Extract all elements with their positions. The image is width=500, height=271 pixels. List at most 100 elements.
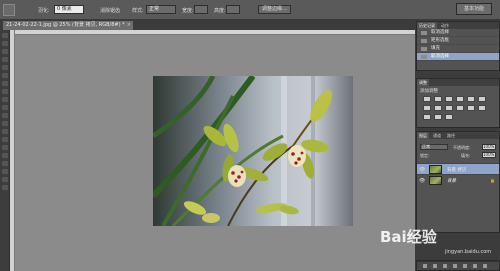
new-group-icon[interactable] <box>463 264 467 268</box>
adjustments-panel-tabs: 调整 <box>417 79 499 86</box>
photo-filter-icon[interactable] <box>445 105 453 111</box>
feather-label: 羽化: <box>38 8 50 14</box>
blend-mode-select[interactable]: 正常 <box>420 144 448 150</box>
history-step-icon <box>421 31 427 35</box>
layer-thumbnail <box>429 176 442 185</box>
height-input[interactable] <box>226 5 240 14</box>
watermark-url: jingyan.baidu.com <box>445 249 492 255</box>
tab-adjustments[interactable]: 调整 <box>417 79 429 86</box>
path-select-tool-icon[interactable] <box>2 161 8 166</box>
document-tab-title: 21-24-02-22-1.jpg @ 25% (背景 拷贝, RGB/8#) … <box>6 22 125 28</box>
fill-label: 填充: <box>461 153 471 158</box>
curves-icon[interactable] <box>445 96 453 102</box>
black-white-icon[interactable] <box>434 105 442 111</box>
channel-mixer-icon[interactable] <box>456 105 464 111</box>
blend-row: 正常 不透明度: 100% <box>417 143 499 151</box>
history-item[interactable]: 矩形选框 <box>417 37 499 45</box>
history-brush-tool-icon[interactable] <box>2 105 8 110</box>
tab-actions[interactable]: 动作 <box>439 22 451 29</box>
gradient-tool-icon[interactable] <box>2 121 8 126</box>
adjustments-panel: 调整 添加调整 <box>416 78 500 128</box>
layers-footer <box>416 260 500 271</box>
refine-edge-button[interactable]: 调整边缘... <box>258 5 291 14</box>
workspace-switcher[interactable]: 基本功能 <box>456 3 492 15</box>
exposure-icon[interactable] <box>456 96 464 102</box>
new-layer-icon[interactable] <box>473 264 477 268</box>
width-input[interactable] <box>194 5 208 14</box>
history-item-label: 填充 <box>431 46 440 51</box>
document-tab-bar: 21-24-02-22-1.jpg @ 25% (背景 拷贝, RGB/8#) … <box>0 20 415 30</box>
history-step-icon <box>421 39 427 43</box>
posterize-icon[interactable] <box>478 105 486 111</box>
trash-icon[interactable] <box>483 264 487 268</box>
selective-color-icon[interactable] <box>445 114 453 120</box>
adjustments-title: 添加调整 <box>420 89 438 94</box>
shape-tool-icon[interactable] <box>2 169 8 174</box>
history-item-active[interactable]: 取消选择 <box>417 53 499 61</box>
feather-input[interactable]: 0 像素 <box>54 5 84 14</box>
history-item-label: 取消选择 <box>431 30 449 35</box>
hue-saturation-icon[interactable] <box>478 96 486 102</box>
brightness-icon[interactable] <box>423 96 431 102</box>
layer-thumbnail <box>429 165 442 174</box>
threshold-icon[interactable] <box>423 114 431 120</box>
eye-icon[interactable]: 👁 <box>419 167 425 173</box>
fill-input[interactable]: 100% <box>482 152 496 158</box>
vertical-ruler[interactable] <box>10 30 15 271</box>
height-label: 高度: <box>214 8 226 14</box>
marquee-tool-icon[interactable] <box>3 4 15 16</box>
watermark-logo: Bai经验 <box>380 228 437 246</box>
tab-paths[interactable]: 路径 <box>445 132 457 139</box>
move-tool-icon[interactable] <box>2 33 8 38</box>
marquee-tool-icon[interactable] <box>2 41 8 46</box>
link-layers-icon[interactable] <box>423 264 427 268</box>
invert-icon[interactable] <box>467 105 475 111</box>
hand-tool-icon[interactable] <box>2 177 8 182</box>
layer-row[interactable]: 👁 背景 拷贝 <box>417 163 499 174</box>
history-item[interactable]: 取消选择 <box>417 29 499 37</box>
lasso-tool-icon[interactable] <box>2 49 8 54</box>
quick-select-tool-icon[interactable] <box>2 57 8 62</box>
close-icon[interactable]: × <box>127 21 131 30</box>
tab-channels[interactable]: 通道 <box>431 132 443 139</box>
layer-name: 背景 <box>447 179 456 184</box>
brush-tool-icon[interactable] <box>2 89 8 94</box>
adjustment-layer-icon[interactable] <box>453 264 457 268</box>
style-select[interactable]: 正常 <box>146 5 176 14</box>
add-mask-icon[interactable] <box>443 264 447 268</box>
adjustment-icons <box>417 94 499 122</box>
eraser-tool-icon[interactable] <box>2 113 8 118</box>
eyedropper-tool-icon[interactable] <box>2 73 8 78</box>
healing-tool-icon[interactable] <box>2 81 8 86</box>
lock-row: 锁定: 填充: 100% <box>417 151 499 159</box>
document-tab[interactable]: 21-24-02-22-1.jpg @ 25% (背景 拷贝, RGB/8#) … <box>3 21 133 30</box>
tab-layers[interactable]: 图层 <box>417 132 429 139</box>
history-item-label: 矩形选框 <box>431 38 449 43</box>
color-balance-icon[interactable] <box>423 105 431 111</box>
layers-panel: 图层 通道 路径 正常 不透明度: 100% 锁定: 填充: 100% 👁 背景… <box>416 131 500 233</box>
eye-icon[interactable]: 👁 <box>419 178 425 184</box>
tools-panel <box>0 30 10 271</box>
vibrance-icon[interactable] <box>467 96 475 102</box>
levels-icon[interactable] <box>434 96 442 102</box>
history-panel: 历史记录 动作 取消选择 矩形选框 填充 取消选择 <box>416 21 500 71</box>
gradient-map-icon[interactable] <box>434 114 442 120</box>
history-step-icon <box>421 47 427 51</box>
layer-row[interactable]: 👁 背景 🔒 <box>417 174 499 185</box>
pen-tool-icon[interactable] <box>2 145 8 150</box>
dodge-tool-icon[interactable] <box>2 137 8 142</box>
horizontal-ruler[interactable] <box>10 30 415 35</box>
stamp-tool-icon[interactable] <box>2 97 8 102</box>
antialias-checkbox-label[interactable]: 消除锯齿 <box>100 7 120 14</box>
history-item[interactable]: 填充 <box>417 45 499 53</box>
history-item-label: 取消选择 <box>431 54 449 59</box>
layers-panel-tabs: 图层 通道 路径 <box>417 132 499 139</box>
crop-tool-icon[interactable] <box>2 65 8 70</box>
type-tool-icon[interactable] <box>2 153 8 158</box>
tab-history[interactable]: 历史记录 <box>417 22 437 29</box>
layer-style-icon[interactable] <box>433 264 437 268</box>
opacity-input[interactable]: 100% <box>482 144 496 150</box>
blur-tool-icon[interactable] <box>2 129 8 134</box>
orchid-photo[interactable] <box>153 76 353 226</box>
zoom-tool-icon[interactable] <box>2 185 8 190</box>
